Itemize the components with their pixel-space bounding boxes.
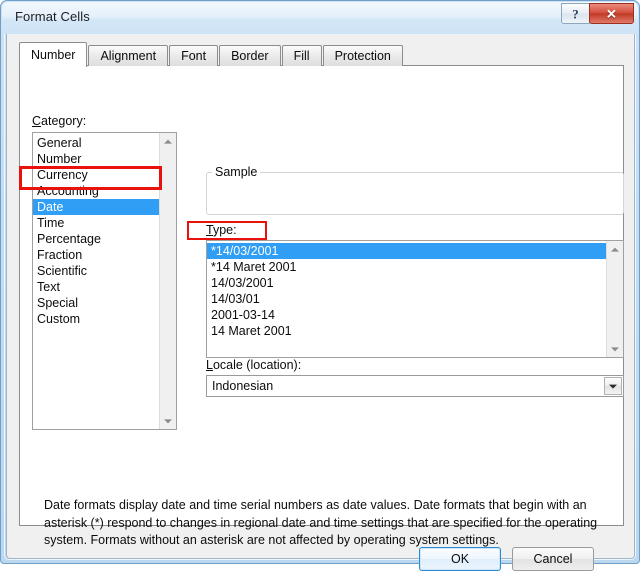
close-button[interactable]: ✕: [589, 3, 634, 24]
type-label-accel: T: [206, 223, 213, 237]
locale-label-accel: L: [206, 358, 213, 372]
sample-label: Sample: [212, 165, 261, 179]
locale-selected-value: Indonesian: [212, 379, 274, 393]
category-listbox[interactable]: General Number Currency Accounting Date …: [32, 132, 177, 430]
title-bar: Format Cells ? ✕: [2, 2, 638, 34]
type-item-2[interactable]: 14/03/2001: [207, 275, 606, 291]
description-text: Date formats display date and time seria…: [44, 498, 598, 547]
category-item-currency[interactable]: Currency: [33, 167, 159, 183]
ok-button[interactable]: OK: [419, 547, 501, 571]
tab-font[interactable]: Font: [169, 45, 219, 66]
tab-border[interactable]: Border: [219, 45, 281, 66]
locale-combobox[interactable]: Indonesian: [206, 375, 624, 397]
category-scroll-down-icon[interactable]: [160, 412, 176, 429]
dialog-body: Number Alignment Font Border Fill Protec…: [6, 34, 635, 571]
sample-groupbox: [206, 172, 624, 215]
category-label: Category:: [32, 114, 86, 128]
tab-number[interactable]: Number: [19, 42, 88, 67]
tab-fill[interactable]: Fill: [281, 45, 322, 66]
help-button[interactable]: ?: [561, 3, 590, 24]
category-scroll-up-icon[interactable]: [160, 133, 176, 150]
type-item-4[interactable]: 2001-03-14: [207, 307, 606, 323]
category-item-time[interactable]: Time: [33, 215, 159, 231]
window-title: Format Cells: [15, 9, 90, 24]
locale-label: Locale (location):: [206, 358, 301, 372]
tab-protection[interactable]: Protection: [322, 45, 403, 66]
type-label-rest: ype:: [212, 223, 237, 237]
type-item-1[interactable]: *14 Maret 2001: [207, 259, 606, 275]
category-item-text[interactable]: Text: [33, 279, 159, 295]
tab-strip: Number Alignment Font Border Fill Protec…: [19, 42, 404, 67]
locale-label-rest: ocale (location):: [212, 358, 302, 372]
format-cells-dialog-window: Format Cells ? ✕ Number Alignment Font B…: [0, 0, 640, 571]
category-scrollbar[interactable]: [159, 133, 176, 429]
type-item-0[interactable]: *14/03/2001: [207, 243, 606, 259]
type-listbox[interactable]: *14/03/2001 *14 Maret 2001 14/03/2001 14…: [206, 240, 624, 358]
tab-alignment[interactable]: Alignment: [88, 45, 169, 66]
category-label-accel: C: [32, 114, 42, 128]
category-item-date[interactable]: Date: [33, 199, 163, 215]
type-list-items: *14/03/2001 *14 Maret 2001 14/03/2001 14…: [207, 241, 606, 357]
category-item-fraction[interactable]: Fraction: [33, 247, 159, 263]
category-item-accounting[interactable]: Accounting: [33, 183, 159, 199]
category-label-rest: ategory:: [41, 114, 87, 128]
type-scroll-up-icon[interactable]: [607, 241, 623, 258]
close-icon: ✕: [606, 6, 617, 21]
category-item-custom[interactable]: Custom: [33, 311, 159, 327]
category-item-special[interactable]: Special: [33, 295, 159, 311]
type-scroll-down-icon[interactable]: [607, 340, 623, 357]
category-item-percentage[interactable]: Percentage: [33, 231, 159, 247]
type-scrollbar[interactable]: [606, 241, 623, 357]
question-mark-icon: ?: [572, 6, 579, 21]
category-item-general[interactable]: General: [33, 135, 159, 151]
category-item-scientific[interactable]: Scientific: [33, 263, 159, 279]
number-tab-panel: Category: General Number Currency Accoun…: [19, 65, 624, 547]
category-list-items: General Number Currency Accounting Date …: [33, 133, 163, 429]
type-item-5[interactable]: 14 Maret 2001: [207, 323, 606, 339]
type-label: Type:: [206, 223, 237, 237]
chevron-down-icon[interactable]: [604, 377, 622, 395]
cancel-button[interactable]: Cancel: [512, 547, 594, 571]
type-item-3[interactable]: 14/03/01: [207, 291, 606, 307]
category-item-number[interactable]: Number: [33, 151, 159, 167]
